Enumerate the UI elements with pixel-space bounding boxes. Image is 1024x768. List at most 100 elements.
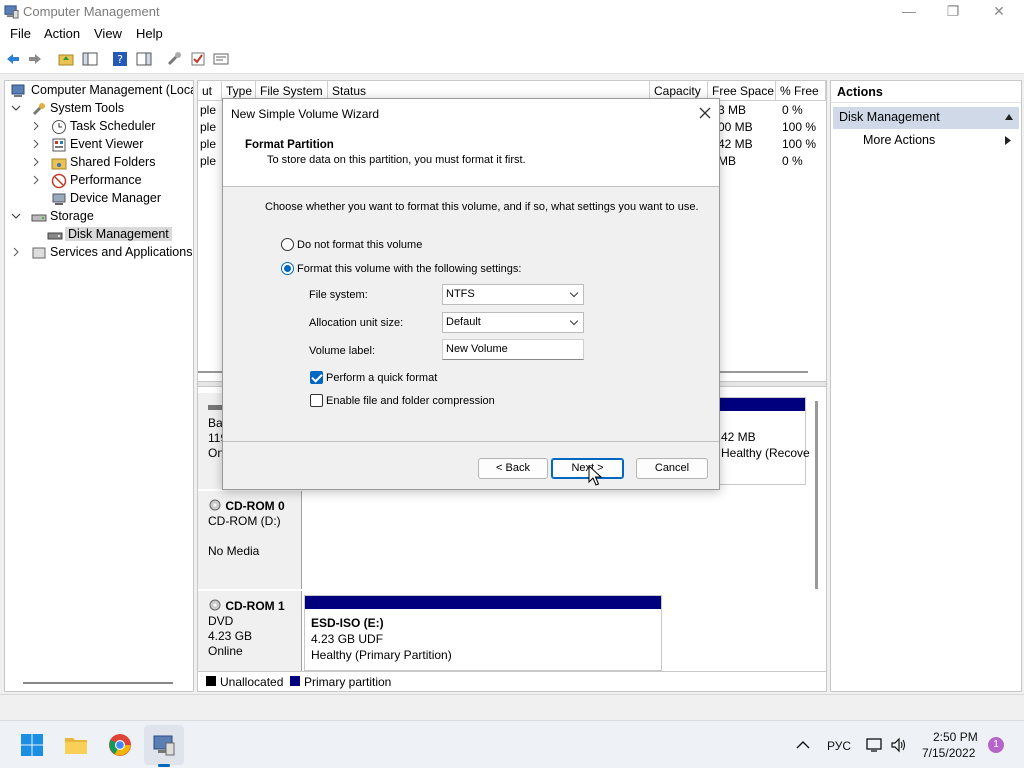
title-bar: Computer Management — ❐ ✕ [0, 0, 1024, 24]
volume-icon[interactable] [890, 737, 908, 753]
primary-partition-bar [719, 398, 805, 411]
computer-management-icon [11, 84, 25, 97]
checklist-icon[interactable] [190, 51, 206, 67]
cdrom-1-info: CD-ROM 1 DVD 4.23 GB Online [198, 591, 302, 671]
cancel-button[interactable]: Cancel [636, 458, 708, 479]
table-cell: 00 MB [718, 120, 753, 134]
recovery-partition[interactable]: 42 MB Healthy (Recove [718, 397, 810, 485]
radio-format-label[interactable]: Format this volume with the following se… [297, 263, 521, 275]
show-hide-tree-icon[interactable] [82, 51, 98, 67]
col-header-layout[interactable]: ut [198, 81, 222, 101]
menu-help[interactable]: Help [136, 26, 163, 41]
table-cell: MB [718, 154, 736, 168]
taskbar: РУС 2:50 PM 7/15/2022 1 [0, 720, 1024, 768]
partition-size: 42 MB [721, 430, 756, 444]
performance-icon [51, 173, 67, 189]
chrome-icon[interactable] [108, 733, 132, 757]
radio-format[interactable] [281, 262, 294, 275]
allocation-unit-select[interactable]: Default [442, 312, 584, 333]
properties-icon[interactable] [213, 51, 229, 67]
clock-time[interactable]: 2:50 PM [933, 730, 978, 744]
back-arrow-icon[interactable] [5, 51, 21, 67]
table-cell: 3 MB [718, 103, 747, 117]
window-title: Computer Management [23, 4, 160, 19]
chevron-right-icon[interactable] [31, 139, 41, 149]
actions-section-disk-management[interactable]: Disk Management [833, 107, 1019, 129]
actions-section-label: Disk Management [839, 110, 940, 124]
clock-date[interactable]: 7/15/2022 [922, 746, 975, 760]
new-simple-volume-wizard: New Simple Volume Wizard Format Partitio… [222, 98, 720, 490]
storage-icon [31, 214, 47, 222]
esd-iso-partition[interactable]: ESD-ISO (E:) 4.23 GB UDF Healthy (Primar… [304, 595, 662, 671]
folder-up-icon[interactable] [58, 51, 74, 67]
help-icon[interactable]: ? [112, 51, 128, 67]
toolbar: ? [0, 44, 1024, 74]
wizard-subheading: To store data on this partition, you mus… [267, 154, 526, 166]
chevron-right-icon[interactable] [31, 175, 41, 185]
table-cell: ple [200, 137, 217, 151]
quick-format-checkbox[interactable] [310, 371, 323, 384]
allocation-unit-label: Allocation unit size: [309, 317, 404, 329]
wizard-instruction: Choose whether you want to format this v… [265, 201, 699, 213]
legend-unallocated: Unallocated [220, 675, 284, 689]
notification-badge[interactable]: 1 [988, 737, 1004, 753]
compression-label[interactable]: Enable file and folder compression [326, 395, 495, 407]
close-icon[interactable] [699, 107, 711, 119]
legend-primary: Primary partition [304, 675, 392, 689]
quick-format-label[interactable]: Perform a quick format [326, 372, 437, 384]
more-actions-label: More Actions [863, 133, 936, 147]
chevron-right-icon[interactable] [31, 157, 41, 167]
chevron-down-icon [569, 288, 579, 298]
col-header-pct-free[interactable]: % Free [776, 81, 826, 101]
back-button[interactable]: < Back [478, 458, 548, 479]
primary-partition-bar [305, 596, 661, 609]
computer-management-icon [4, 5, 19, 19]
file-system-value: NTFS [446, 288, 475, 300]
menu-view[interactable]: View [94, 26, 122, 41]
table-cell: ple [200, 103, 217, 117]
compression-checkbox[interactable] [310, 394, 323, 407]
file-system-select[interactable]: NTFS [442, 284, 584, 305]
windows-start-icon[interactable] [20, 733, 44, 757]
cdrom-0-row: CD-ROM 0 CD-ROM (D:) No Media [198, 491, 816, 589]
unallocated-swatch [206, 676, 216, 686]
radio-do-not-format-label[interactable]: Do not format this volume [297, 239, 422, 251]
chevron-up-icon[interactable] [796, 740, 810, 749]
cdrom-1-size: 4.23 GB [208, 629, 253, 643]
file-system-label: File system: [309, 289, 368, 301]
more-actions-item[interactable]: More Actions [863, 133, 935, 147]
menu-action[interactable]: Action [44, 26, 80, 41]
restore-button[interactable]: ❐ [930, 0, 976, 24]
forward-arrow-icon[interactable] [27, 51, 43, 67]
cdrom-1-status: Online [208, 644, 243, 658]
connect-icon[interactable] [166, 51, 182, 67]
chevron-down-icon[interactable] [11, 103, 21, 113]
chevron-down-icon[interactable] [11, 211, 21, 221]
chevron-down-icon [569, 316, 579, 326]
menu-file[interactable]: File [10, 26, 31, 41]
volume-size: 4.23 GB UDF [311, 632, 384, 646]
file-explorer-icon[interactable] [64, 733, 88, 757]
chevron-right-icon[interactable] [31, 121, 41, 131]
input-language[interactable]: РУС [827, 739, 851, 753]
volume-label-value: New Volume [446, 343, 508, 355]
cd-icon [209, 499, 221, 511]
network-icon[interactable] [866, 737, 884, 753]
minimize-button[interactable]: — [886, 0, 932, 24]
radio-do-not-format[interactable] [281, 238, 294, 251]
wizard-heading: Format Partition [245, 139, 334, 151]
mouse-cursor-icon [588, 465, 602, 486]
volume-label-input[interactable]: New Volume [442, 339, 584, 360]
cdrom-0-info: CD-ROM 0 CD-ROM (D:) No Media [198, 491, 302, 589]
table-cell: 42 MB [718, 137, 753, 151]
show-hide-action-pane-icon[interactable] [136, 51, 152, 67]
chevron-right-icon[interactable] [11, 247, 21, 257]
computer-management-taskbar-icon[interactable] [152, 733, 176, 757]
disk-icon [208, 405, 222, 410]
graph-scrollbar[interactable] [815, 401, 818, 589]
collapse-up-icon[interactable] [1005, 114, 1013, 120]
tree-scrollbar[interactable] [23, 682, 173, 684]
device-manager-icon [52, 193, 66, 205]
close-button[interactable]: ✕ [976, 0, 1022, 24]
legend: Unallocated Primary partition [198, 671, 826, 691]
